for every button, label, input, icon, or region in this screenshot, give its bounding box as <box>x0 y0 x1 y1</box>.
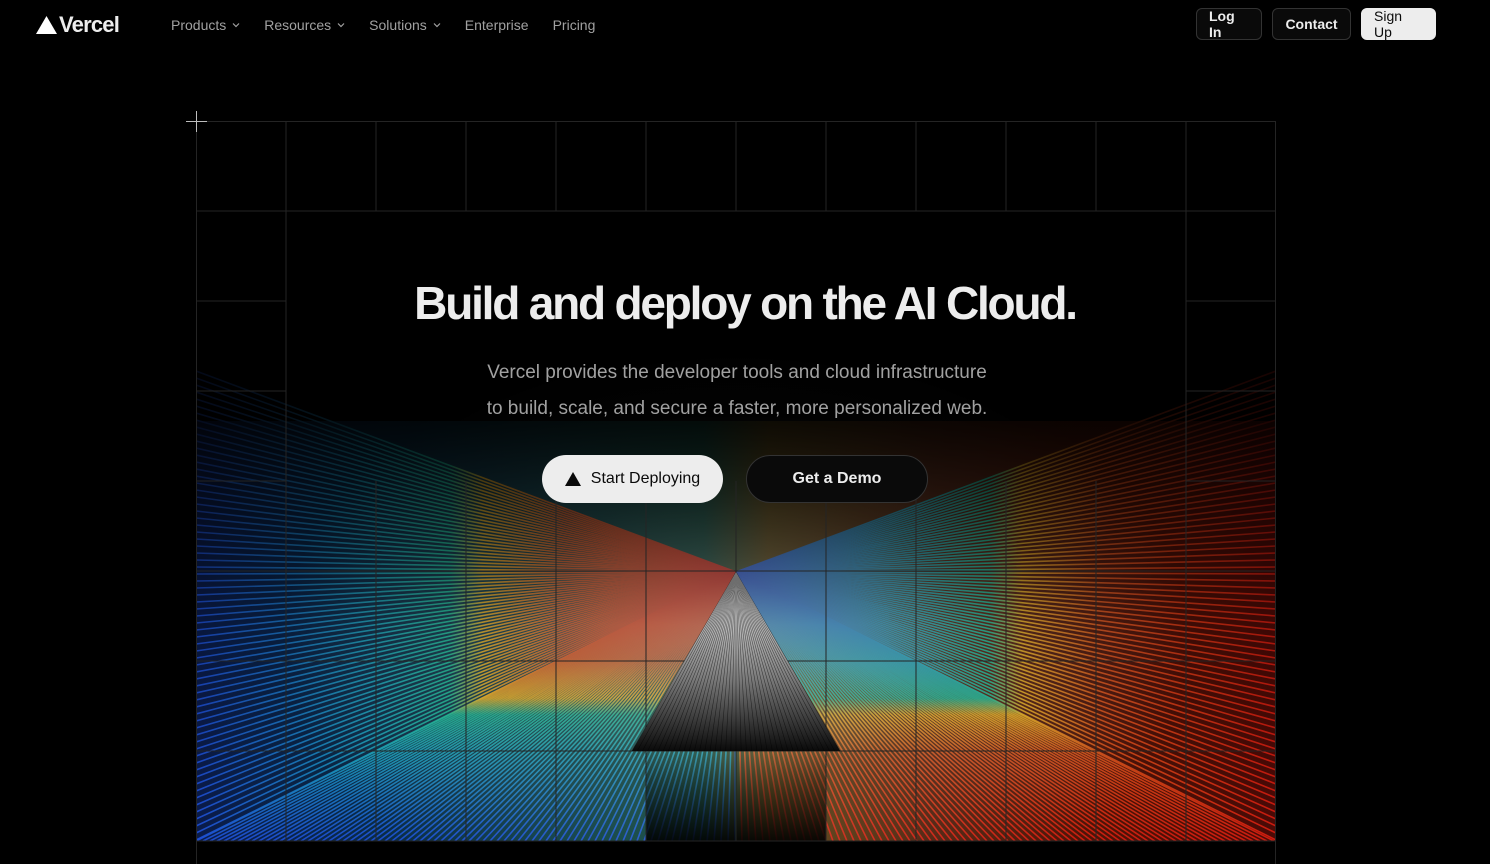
nav-item-pricing[interactable]: Pricing <box>553 15 596 35</box>
contact-button[interactable]: Contact <box>1272 8 1351 40</box>
auth-actions: Log In Contact Sign Up <box>1196 8 1436 40</box>
start-deploying-label: Start Deploying <box>590 470 701 487</box>
login-button[interactable]: Log In <box>1196 8 1262 40</box>
hero-subline-1: Vercel provides the developer tools and … <box>487 362 987 383</box>
nav-item-label: Pricing <box>552 17 596 33</box>
signup-button[interactable]: Sign Up <box>1361 8 1436 40</box>
hero-cta-group: Start Deploying Get a Demo <box>542 455 928 503</box>
chevron-down-icon <box>433 23 441 28</box>
nav-item-solutions[interactable]: Solutions <box>369 15 441 35</box>
vercel-triangle-icon <box>36 16 57 34</box>
plus-icon <box>186 111 207 132</box>
nav-item-label: Enterprise <box>464 17 529 33</box>
chevron-down-icon <box>337 23 345 28</box>
nav-item-products[interactable]: Products <box>171 15 240 35</box>
triangle-icon <box>564 472 581 486</box>
start-deploying-button[interactable]: Start Deploying <box>542 455 723 503</box>
hero-headline: Build and deploy on the AI Cloud. <box>414 277 1078 329</box>
get-demo-button[interactable]: Get a Demo <box>746 455 928 503</box>
main-nav: Products Resources Solutions Enterprise … <box>171 15 619 35</box>
nav-item-enterprise[interactable]: Enterprise <box>465 15 529 35</box>
hero-subline-2: to build, scale, and secure a faster, mo… <box>486 398 988 419</box>
site-header: Vercel Products Resources Solutions Ente… <box>0 0 1490 50</box>
logo-text: Vercel <box>59 12 120 37</box>
nav-item-label: Products <box>171 17 227 33</box>
chevron-down-icon <box>232 23 240 28</box>
nav-item-resources[interactable]: Resources <box>264 15 345 35</box>
nav-item-label: Resources <box>264 17 332 33</box>
vercel-logo[interactable]: Vercel <box>36 12 120 37</box>
nav-item-label: Solutions <box>369 17 427 33</box>
hero-subheadline: Vercel provides the developer tools and … <box>0 355 1474 427</box>
